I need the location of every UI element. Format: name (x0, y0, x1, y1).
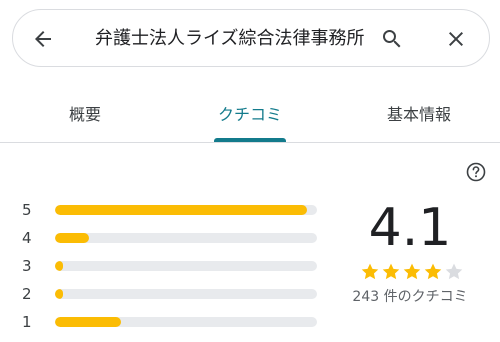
rating-bar-track (55, 289, 317, 299)
tab-reviews[interactable]: クチコミ (195, 90, 305, 142)
search-bar[interactable]: 弁護士法人ライズ綜合法律事務所 (12, 9, 490, 67)
tab-about[interactable]: 基本情報 (364, 90, 474, 142)
rating-bar-track (55, 205, 317, 215)
star-icon (402, 262, 422, 282)
star-icon (360, 262, 380, 282)
star-icon (381, 262, 401, 282)
rating-bar-1[interactable]: 1 (22, 312, 318, 332)
rating-bar-track (55, 317, 317, 327)
tab-divider (0, 142, 500, 143)
rating-bar-fill (55, 317, 121, 327)
rating-bar-label: 3 (22, 257, 32, 275)
arrow-back-icon[interactable] (31, 27, 55, 51)
rating-bar-label: 5 (22, 201, 32, 219)
rating-bar-fill (55, 233, 90, 243)
rating-bar-3[interactable]: 3 (22, 256, 318, 276)
rating-bar-label: 2 (22, 285, 32, 303)
rating-bar-fill (55, 205, 307, 215)
review-count[interactable]: 243 件のクチコミ (340, 287, 480, 307)
rating-bar-track (55, 233, 317, 243)
rating-bar-2[interactable]: 2 (22, 284, 318, 304)
rating-bar-track (55, 261, 317, 271)
rating-bar-5[interactable]: 5 (22, 200, 318, 220)
rating-bar-4[interactable]: 4 (22, 228, 318, 248)
rating-bar-label: 1 (22, 313, 32, 331)
star-icon (423, 262, 443, 282)
search-input[interactable]: 弁護士法人ライズ綜合法律事務所 (95, 26, 365, 52)
close-icon[interactable] (444, 27, 468, 51)
rating-bar-fill (55, 261, 63, 271)
rating-bar-fill (55, 289, 63, 299)
star-icon (444, 262, 464, 282)
tab-bar: 概要 クチコミ 基本情報 (0, 90, 500, 142)
search-icon[interactable] (380, 27, 404, 51)
tab-overview[interactable]: 概要 (30, 90, 140, 142)
rating-bar-label: 4 (22, 229, 32, 247)
average-rating-score: 4.1 (368, 198, 452, 258)
star-rating (360, 262, 464, 284)
help-circle-icon[interactable] (466, 162, 486, 182)
